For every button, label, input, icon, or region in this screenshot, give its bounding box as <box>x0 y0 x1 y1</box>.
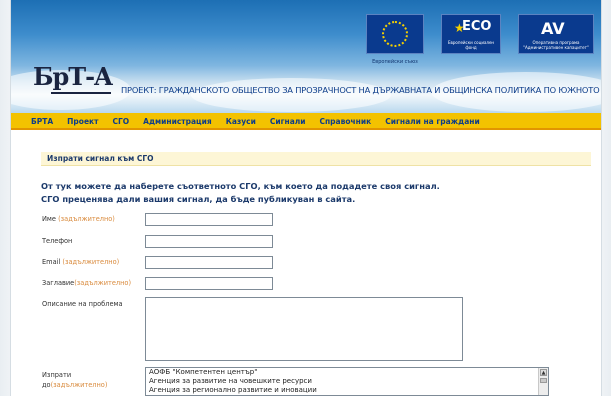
name-label: Име (задължително) <box>42 215 115 223</box>
eu-flag-logo: Европейски съюз <box>366 14 424 65</box>
phone-input[interactable] <box>145 235 273 248</box>
name-input[interactable] <box>145 213 273 226</box>
badge-caption: Европейски съюз <box>372 59 418 65</box>
listbox-scrollbar[interactable]: ▲ <box>538 368 548 395</box>
listbox-option[interactable]: АОФБ "Компетентен център" <box>146 368 548 377</box>
description-label: Описание на проблема <box>42 300 123 308</box>
site-logo[interactable]: БрТ-A <box>33 62 113 91</box>
label-text: Телефон <box>42 237 73 245</box>
label-text: Име <box>42 215 56 223</box>
email-label: Email (задължително) <box>42 258 119 266</box>
eco-logo: ★ ECO Европейски социален фонд <box>441 14 501 54</box>
label-text: до <box>42 381 51 389</box>
listbox-option[interactable]: Агенция за развитие на човешките ресурси <box>146 377 548 386</box>
intro-line: СГО преценява дали вашия сигнал, да бъде… <box>41 194 356 204</box>
nav-item-administration[interactable]: Администрация <box>143 113 212 126</box>
intro-line: От тук можете да наберете съответното СГ… <box>41 181 440 191</box>
required-hint: (задължително) <box>50 381 108 389</box>
intro-text: От тук можете да наберете съответното СГ… <box>41 180 440 206</box>
nav-item-brta[interactable]: БРТА <box>31 113 53 126</box>
eco-text: ECO <box>462 19 492 34</box>
cloud-decoration <box>191 78 391 112</box>
main-nav: БРТА Проект СГО Администрация Казуси Сиг… <box>11 113 601 130</box>
required-hint: (задължително) <box>74 279 132 287</box>
section-header: Изпрати сигнал към СГО <box>41 152 591 166</box>
logo-underline <box>51 92 111 94</box>
label-text: Изпрати <box>42 371 72 379</box>
listbox-option[interactable]: Агенция за регионално развитие и иноваци… <box>146 386 548 395</box>
description-textarea[interactable] <box>145 297 463 361</box>
nav-item-sgo[interactable]: СГО <box>112 113 129 126</box>
nav-item-citizen-signals[interactable]: Сигнали на граждани <box>385 113 480 126</box>
nav-item-signals[interactable]: Сигнали <box>270 113 306 126</box>
title-label: Заглавие(задължително) <box>42 279 131 287</box>
label-text: Email <box>42 258 61 266</box>
title-input[interactable] <box>145 277 273 290</box>
op-symbol: AV <box>541 19 565 38</box>
section-title: Изпрати сигнал към СГО <box>47 154 154 163</box>
label-text: Заглавие <box>42 279 75 287</box>
email-input[interactable] <box>145 256 273 269</box>
badge-caption: Оперативна програма "Административен кап… <box>523 40 589 50</box>
label-text: Описание на проблема <box>42 300 123 308</box>
recipient-listbox[interactable]: АОФБ "Компетентен център" Агенция за раз… <box>145 367 549 396</box>
required-hint: (задължително) <box>62 258 120 266</box>
required-hint: (задължително) <box>58 215 115 223</box>
nav-item-directory[interactable]: Справочник <box>320 113 372 126</box>
nav-item-cases[interactable]: Казуси <box>226 113 256 126</box>
page: БрТ-A ПРОЕКТ: ГРАЖДАНСКОТО ОБЩЕСТВО ЗА П… <box>10 0 602 396</box>
badge-caption: Европейски социален фонд <box>447 40 495 50</box>
site-header: БрТ-A ПРОЕКТ: ГРАЖДАНСКОТО ОБЩЕСТВО ЗА П… <box>11 0 601 113</box>
scroll-thumb[interactable] <box>540 378 547 383</box>
eu-stars-icon <box>382 21 408 47</box>
nav-item-project[interactable]: Проект <box>67 113 98 126</box>
project-title: ПРОЕКТ: ГРАЖДАНСКОТО ОБЩЕСТВО ЗА ПРОЗРАЧ… <box>121 85 601 95</box>
send-to-label: Изпрати до(задължително) <box>42 370 107 390</box>
phone-label: Телефон <box>42 237 72 245</box>
scroll-up-icon[interactable]: ▲ <box>540 369 547 376</box>
op-logo: AV Оперативна програма "Административен … <box>518 14 594 54</box>
